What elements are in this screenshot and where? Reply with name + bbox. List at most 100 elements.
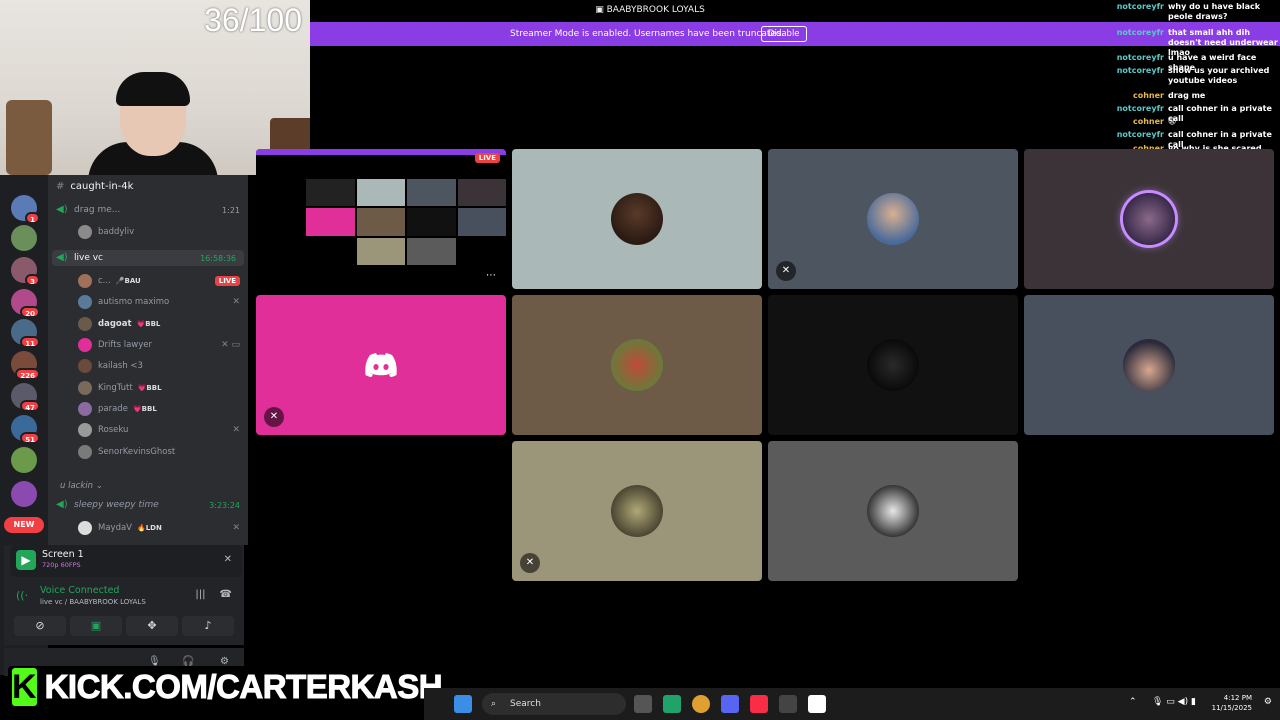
voice-channel-drag-me[interactable]: ◀) drag me... 1:21 (56, 202, 248, 218)
video-tile[interactable] (512, 295, 762, 435)
notification-icon[interactable]: ⚙ (1264, 697, 1272, 707)
mic-muted-icon: ✕ (520, 553, 540, 573)
voice-user[interactable]: autismo maximo ✕ (78, 293, 244, 311)
server-icon: ▣ (595, 5, 607, 15)
avatar (78, 295, 92, 309)
disconnect-icon[interactable]: ☎ (220, 589, 232, 600)
video-tile[interactable] (1024, 149, 1274, 289)
stop-stream-button[interactable]: ✕ (224, 554, 232, 565)
activities-button[interactable]: ✥ (126, 616, 178, 636)
task-view-icon[interactable] (634, 695, 652, 713)
voice-user[interactable]: Roseku ✕ (78, 421, 244, 439)
mic-muted-icon: ✕ (232, 523, 240, 533)
more-icon[interactable]: ⋯ (486, 270, 496, 281)
video-tile-stream-preview[interactable]: LIVE ⋯ (256, 149, 506, 289)
4k-icon[interactable] (779, 695, 797, 713)
video-tile[interactable]: ✕ (256, 295, 506, 435)
server-icon[interactable] (11, 447, 37, 473)
video-tile[interactable] (768, 441, 1018, 581)
avatar (78, 359, 92, 373)
server-icon[interactable] (11, 481, 37, 507)
server-icon[interactable]: 11 (11, 319, 40, 348)
chevron-down-icon: ⌄ (95, 481, 103, 491)
window-titlebar: ▣ BAABYBROOK LOYALS (310, 0, 1110, 22)
video-tile[interactable]: ✕ (768, 149, 1018, 289)
voice-user[interactable]: MaydaV 🔥LDN ✕ (78, 519, 244, 537)
voice-user[interactable]: c... 🎤BAU LIVE (78, 272, 244, 290)
speaker-icon: ◀) (56, 499, 68, 510)
connection-icon[interactable]: ((· (16, 589, 28, 602)
avatar (867, 339, 919, 391)
discord-icon[interactable] (721, 695, 739, 713)
video-tile[interactable] (512, 149, 762, 289)
avatar (867, 193, 919, 245)
avatar (78, 445, 92, 459)
voice-user[interactable]: baddyliv (78, 223, 244, 241)
discord-logo-icon (365, 353, 397, 377)
server-icon[interactable] (11, 225, 37, 251)
channel-name[interactable]: caught-in-4k (70, 181, 133, 192)
mic-muted-icon: ✕ ▭ (221, 340, 240, 350)
server-icon[interactable]: 20 (11, 289, 40, 318)
camera-off-button[interactable]: ⊘ (14, 616, 66, 636)
voice-user[interactable]: KingTutt 💗BBL (78, 379, 244, 397)
voice-channel-path[interactable]: live vc / BAABYBROOK LOYALS (40, 598, 146, 606)
webcam-streamer (88, 72, 218, 175)
video-tile[interactable] (768, 295, 1018, 435)
search-icon: ⌕ (491, 699, 497, 709)
app-icon[interactable] (808, 695, 826, 713)
chat-message: cohner drag me (1133, 91, 1206, 100)
speaker-icon: ◀) (56, 252, 68, 263)
mic-muted-icon: ✕ (776, 261, 796, 281)
app-icon[interactable] (663, 695, 681, 713)
voice-user[interactable]: parade 💗BBL (78, 400, 244, 418)
voice-user[interactable]: dagoat 💗BBL (78, 315, 244, 333)
mic-muted-icon: ✕ (232, 297, 240, 307)
disable-streamer-button[interactable]: Disable (761, 26, 807, 42)
server-icon[interactable]: 1 (11, 195, 40, 224)
tray-icons[interactable]: 🎙 ▭ ◀) ▮ (1152, 697, 1196, 707)
windows-taskbar: ⌕ Search ⌃ 🎙 ▭ ◀) ▮ 4:12 PM 11/15/2025 ⚙ (424, 688, 1280, 720)
clock[interactable]: 4:12 PM 11/15/2025 (1212, 693, 1252, 713)
voice-user[interactable]: SenorKevinsGhost (78, 443, 244, 461)
chat-message: cohner 😩 (1133, 117, 1177, 126)
speaker-icon: ◀) (56, 204, 68, 215)
webcam-figure (6, 100, 52, 175)
server-icon[interactable]: 226 (11, 351, 40, 380)
server-icon[interactable]: 3 (11, 257, 40, 286)
chat-message: notcoreyfr why do u have black peole draw… (1116, 2, 1261, 21)
screen-share-button[interactable]: ▣ (70, 616, 122, 636)
taskbar-search[interactable]: ⌕ Search (482, 693, 626, 715)
goal-counter: 36/100 (204, 2, 302, 38)
soundboard-button[interactable]: ♪ (182, 616, 234, 636)
avatar (78, 225, 92, 239)
server-title: BAABYBROOK LOYALS (606, 5, 705, 15)
avatar (611, 193, 663, 245)
video-tile[interactable] (1024, 295, 1274, 435)
noise-suppression-icon[interactable]: ||| (195, 589, 205, 600)
live-badge: LIVE (214, 276, 240, 286)
stream-preview-grid (306, 179, 506, 265)
start-icon[interactable] (454, 695, 472, 713)
chrome-icon[interactable] (692, 695, 710, 713)
voice-user[interactable]: kailash <3 (78, 357, 244, 375)
server-icon[interactable]: 51 (11, 415, 40, 444)
avatar (78, 423, 92, 437)
new-servers-pill[interactable]: NEW (4, 517, 44, 533)
kick-url: KICK.COM/CARTERKASH (44, 668, 443, 706)
music-icon[interactable] (750, 695, 768, 713)
voice-channel-sleepy[interactable]: ◀) sleepy weepy time 3:23:24 (56, 497, 248, 513)
chevron-up-icon[interactable]: ⌃ (1129, 697, 1137, 707)
screen-share-card: ▶ Screen 1 720p 60FPS ✕ (10, 545, 242, 577)
category-u-lackin[interactable]: u lackin ⌄ (60, 481, 103, 491)
voice-connected-label: Voice Connected (40, 585, 120, 596)
video-tile[interactable]: ✕ (512, 441, 762, 581)
voice-user[interactable]: Drifts lawyer ✕ ▭ (78, 336, 244, 354)
voice-channel-live-vc[interactable]: ◀) live vc 16:58:36 (52, 250, 244, 266)
avatar (78, 521, 92, 535)
avatar (1123, 339, 1175, 391)
avatar (78, 402, 92, 416)
channel-sidebar: # caught-in-4k ◀) drag me... 1:21 baddyli… (48, 175, 248, 545)
server-icon[interactable]: 47 (11, 383, 40, 412)
mic-muted-icon: ✕ (232, 425, 240, 435)
